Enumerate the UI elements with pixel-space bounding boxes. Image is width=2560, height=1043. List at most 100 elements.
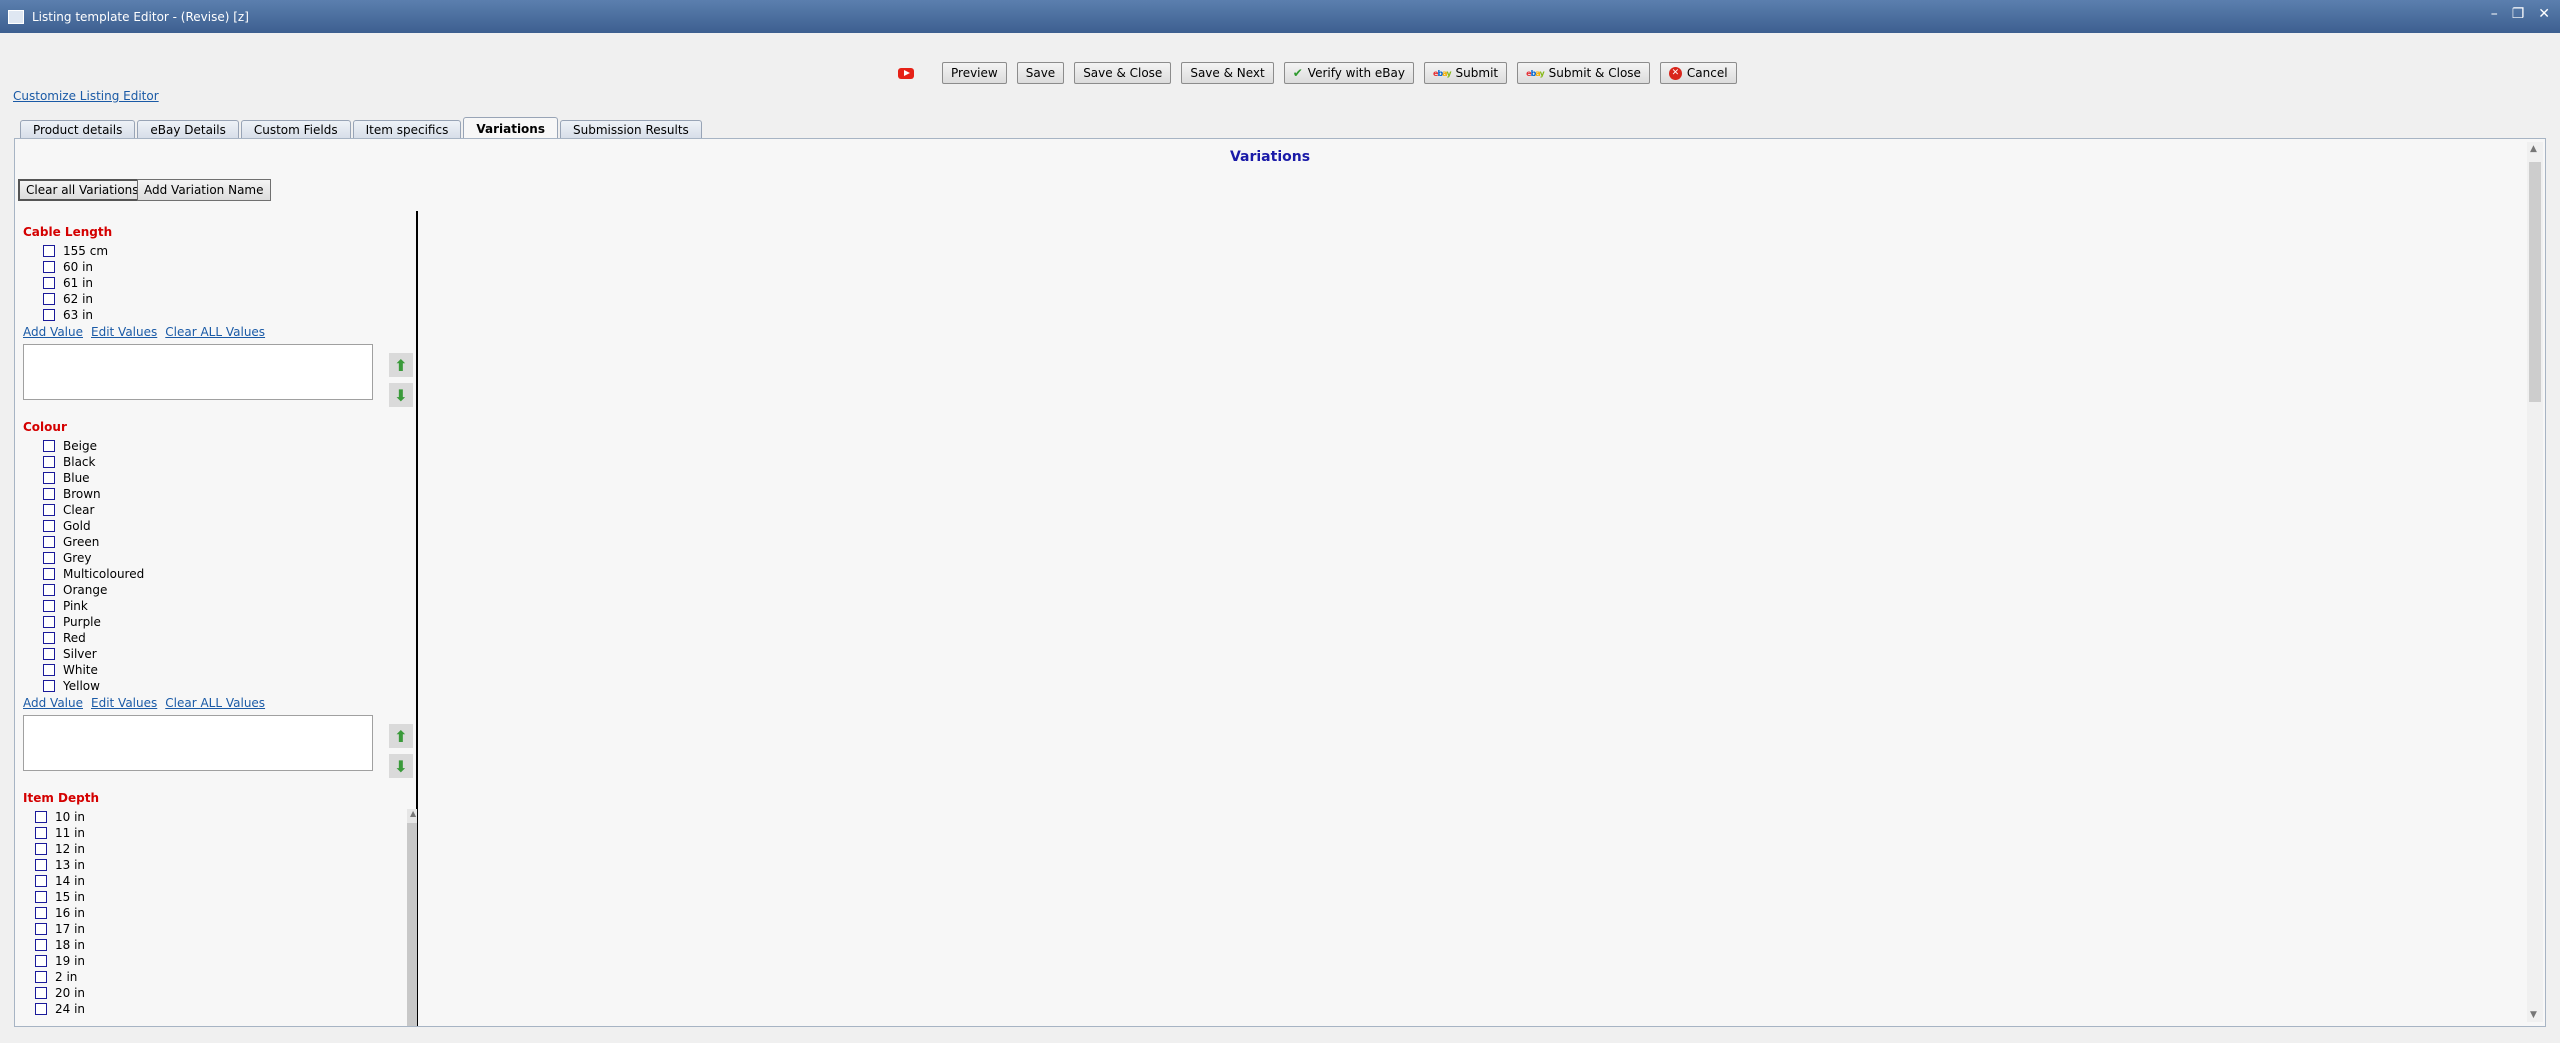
checkbox[interactable]: [35, 987, 47, 999]
cancel-icon: ✕: [1668, 66, 1682, 80]
checkbox[interactable]: [43, 552, 55, 564]
youtube-icon[interactable]: [898, 67, 914, 79]
list-item: Grey: [23, 550, 413, 566]
tab-item-specifics[interactable]: Item specifics: [352, 120, 462, 139]
app-icon: [8, 9, 24, 24]
move-down-icon[interactable]: ⬇: [389, 754, 413, 778]
list-item: 18 in: [23, 937, 413, 953]
clear-all-values-link[interactable]: Clear ALL Values: [165, 696, 265, 710]
checkbox[interactable]: [43, 648, 55, 660]
checkbox[interactable]: [35, 859, 47, 871]
minimize-icon[interactable]: –: [2491, 6, 2498, 22]
checkbox[interactable]: [35, 923, 47, 935]
customize-editor-link[interactable]: Customize Listing Editor: [13, 89, 159, 103]
checkbox[interactable]: [43, 616, 55, 628]
checkbox[interactable]: [35, 939, 47, 951]
checkbox[interactable]: [35, 1003, 47, 1015]
move-down-icon[interactable]: ⬇: [389, 383, 413, 407]
submit-button[interactable]: ebay Submit: [1424, 62, 1508, 84]
checkbox[interactable]: [35, 955, 47, 967]
value-input[interactable]: [23, 715, 373, 771]
tab-product-details[interactable]: Product details: [20, 120, 136, 139]
checkbox[interactable]: [43, 261, 55, 273]
verify-ebay-button[interactable]: ✔ Verify with eBay: [1283, 62, 1414, 84]
list-item: 16 in: [23, 905, 413, 921]
list-item: Blue: [23, 470, 413, 486]
checkmark-icon: ✔: [1292, 66, 1303, 80]
scroll-up-icon[interactable]: ▲: [410, 809, 416, 818]
checkbox[interactable]: [43, 568, 55, 580]
value-input[interactable]: [23, 344, 373, 400]
maximize-icon[interactable]: ❐: [2512, 6, 2525, 22]
checkbox[interactable]: [35, 827, 47, 839]
list-item: Orange: [23, 582, 413, 598]
variation-group-colour: Colour Beige Black Blue Brown Clear Gold…: [23, 420, 413, 778]
add-value-link[interactable]: Add Value: [23, 696, 83, 710]
list-item: Silver: [23, 646, 413, 662]
move-up-icon[interactable]: ⬆: [389, 353, 413, 377]
cancel-button[interactable]: ✕ Cancel: [1659, 62, 1737, 84]
list-item: Multicoloured: [23, 566, 413, 582]
list-item: 155 cm: [23, 243, 413, 259]
variation-list: Cable Length 155 cm 60 in 61 in 62 in 63…: [17, 211, 417, 1026]
tab-custom-fields[interactable]: Custom Fields: [240, 120, 351, 139]
checkbox[interactable]: [43, 520, 55, 532]
checkbox[interactable]: [43, 309, 55, 321]
list-item: Clear: [23, 502, 413, 518]
scroll-thumb[interactable]: [2529, 162, 2541, 402]
checkbox[interactable]: [43, 472, 55, 484]
list-item: Purple: [23, 614, 413, 630]
checkbox[interactable]: [43, 600, 55, 612]
save-button[interactable]: Save: [1016, 62, 1065, 84]
window-title: Listing template Editor - (Revise) [z]: [32, 9, 249, 24]
tab-submission-results[interactable]: Submission Results: [559, 120, 702, 139]
title-bar: Listing template Editor - (Revise) [z] –…: [0, 0, 2560, 33]
checkbox[interactable]: [43, 632, 55, 644]
checkbox[interactable]: [43, 584, 55, 596]
save-close-button[interactable]: Save & Close: [1074, 62, 1172, 84]
list-item: Gold: [23, 518, 413, 534]
checkbox[interactable]: [43, 440, 55, 452]
variation-group-cable-length: Cable Length 155 cm 60 in 61 in 62 in 63…: [23, 225, 413, 407]
tab-variations[interactable]: Variations: [463, 117, 558, 139]
checkbox[interactable]: [35, 891, 47, 903]
add-variation-name-button[interactable]: Add Variation Name: [137, 179, 271, 201]
checkbox[interactable]: [43, 664, 55, 676]
submit-close-button[interactable]: ebay Submit & Close: [1517, 62, 1650, 84]
checkbox[interactable]: [35, 875, 47, 887]
checkbox[interactable]: [43, 536, 55, 548]
checkbox[interactable]: [43, 504, 55, 516]
save-next-button[interactable]: Save & Next: [1181, 62, 1274, 84]
variation-name: Colour: [23, 420, 67, 434]
panel-scrollbar[interactable]: ▲ ▼: [2527, 142, 2543, 1022]
list-item: 11 in: [23, 825, 413, 841]
checkbox[interactable]: [43, 488, 55, 500]
scroll-up-icon[interactable]: ▲: [2530, 144, 2537, 154]
checkbox[interactable]: [35, 843, 47, 855]
checkbox[interactable]: [43, 680, 55, 692]
checkbox[interactable]: [43, 277, 55, 289]
close-icon[interactable]: ✕: [2538, 6, 2550, 22]
checkbox[interactable]: [43, 456, 55, 468]
add-value-link[interactable]: Add Value: [23, 325, 83, 339]
list-item: Green: [23, 534, 413, 550]
checkbox[interactable]: [43, 245, 55, 257]
checkbox[interactable]: [35, 907, 47, 919]
edit-values-link[interactable]: Edit Values: [91, 696, 157, 710]
list-item: Yellow: [23, 678, 413, 694]
checkbox[interactable]: [35, 811, 47, 823]
list-item: Red: [23, 630, 413, 646]
clear-all-values-link[interactable]: Clear ALL Values: [165, 325, 265, 339]
tab-ebay-details[interactable]: eBay Details: [137, 120, 239, 139]
list-item: Pink: [23, 598, 413, 614]
panel-title: Variations: [1229, 149, 1311, 165]
edit-values-link[interactable]: Edit Values: [91, 325, 157, 339]
item-depth-scroll-thumb[interactable]: [407, 823, 417, 1026]
clear-all-variations-button[interactable]: Clear all Variations: [18, 179, 147, 201]
checkbox[interactable]: [43, 293, 55, 305]
move-up-icon[interactable]: ⬆: [389, 724, 413, 748]
checkbox[interactable]: [35, 971, 47, 983]
item-depth-scrollbar[interactable]: ▲: [407, 809, 417, 1026]
scroll-down-icon[interactable]: ▼: [2530, 1010, 2537, 1020]
preview-button[interactable]: Preview: [942, 62, 1007, 84]
